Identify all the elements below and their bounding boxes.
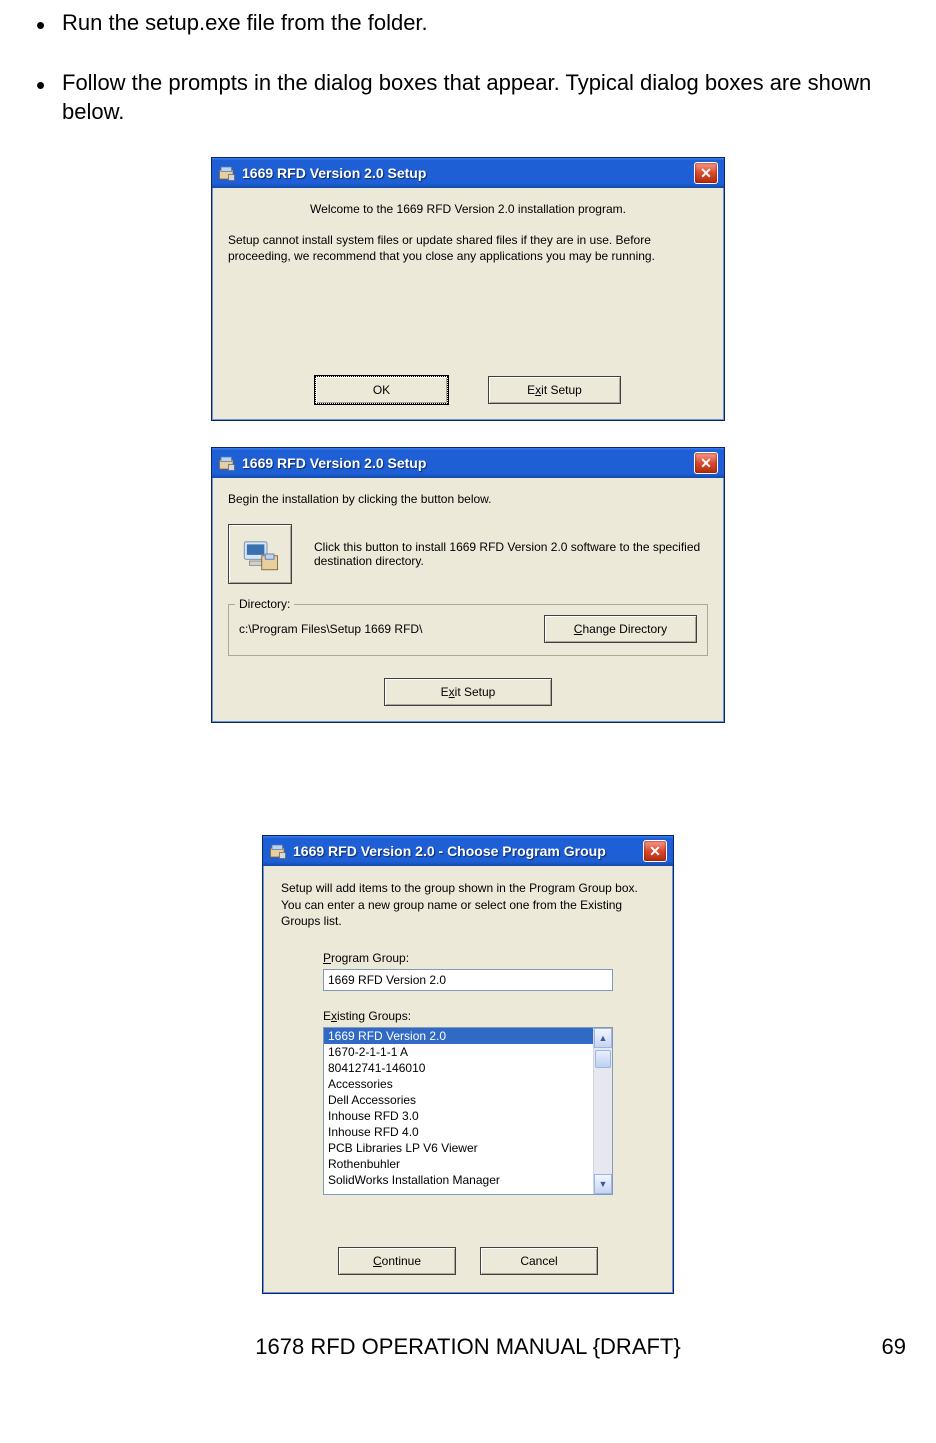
dialog-install: 1669 RFD Version 2.0 Setup ✕ Begin the i… — [211, 447, 725, 723]
install-help-text: Click this button to install 1669 RFD Ve… — [314, 540, 708, 568]
list-item[interactable]: Dell Accessories — [324, 1092, 593, 1108]
list-item[interactable]: Inhouse RFD 4.0 — [324, 1124, 593, 1140]
dialog-program-group: 1669 RFD Version 2.0 - Choose Program Gr… — [262, 835, 674, 1294]
close-icon[interactable]: ✕ — [694, 162, 718, 184]
list-item[interactable]: PCB Libraries LP V6 Viewer — [324, 1140, 593, 1156]
exit-setup-button[interactable]: Exit Setup — [384, 678, 552, 706]
directory-path: c:\Program Files\Setup 1669 RFD\ — [239, 622, 422, 636]
installer-icon — [218, 454, 236, 472]
list-item[interactable]: Rothenbuhler — [324, 1156, 593, 1172]
install-big-button[interactable] — [228, 524, 292, 584]
program-group-input[interactable] — [323, 969, 613, 991]
existing-groups-label: Existing Groups: — [323, 1009, 613, 1023]
change-directory-button[interactable]: Change Directory — [544, 615, 697, 643]
installer-icon — [218, 164, 236, 182]
welcome-text: Welcome to the 1669 RFD Version 2.0 inst… — [228, 202, 708, 216]
close-icon[interactable]: ✕ — [694, 452, 718, 474]
bullet-item: Follow the prompts in the dialog boxes t… — [36, 68, 906, 127]
titlebar: 1669 RFD Version 2.0 Setup ✕ — [212, 158, 724, 188]
list-item[interactable]: 1669 RFD Version 2.0 — [324, 1028, 593, 1044]
list-item[interactable]: Accessories — [324, 1076, 593, 1092]
directory-group: Directory: c:\Program Files\Setup 1669 R… — [228, 604, 708, 656]
scroll-up-icon[interactable]: ▲ — [594, 1028, 612, 1048]
close-icon[interactable]: ✕ — [643, 840, 667, 862]
titlebar: 1669 RFD Version 2.0 Setup ✕ — [212, 448, 724, 478]
installer-icon — [269, 842, 287, 860]
cancel-button[interactable]: Cancel — [480, 1247, 598, 1275]
scroll-down-icon[interactable]: ▼ — [594, 1174, 612, 1194]
scroll-thumb[interactable] — [595, 1050, 611, 1068]
dialog-welcome: 1669 RFD Version 2.0 Setup ✕ Welcome to … — [211, 157, 725, 421]
list-item[interactable]: 80412741-146010 — [324, 1060, 593, 1076]
continue-button[interactable]: Continue — [338, 1247, 456, 1275]
dialog-title: 1669 RFD Version 2.0 Setup — [242, 165, 694, 181]
titlebar: 1669 RFD Version 2.0 - Choose Program Gr… — [263, 836, 673, 866]
body-text: Setup cannot install system files or upd… — [228, 232, 708, 264]
scrollbar[interactable]: ▲ ▼ — [593, 1028, 612, 1194]
list-item[interactable]: Inhouse RFD 3.0 — [324, 1108, 593, 1124]
bullet-item: Run the setup.exe file from the folder. — [36, 8, 906, 38]
list-item[interactable]: SolidWorks Installation Manager — [324, 1172, 593, 1188]
intro-text: Setup will add items to the group shown … — [281, 880, 655, 929]
dialog-title: 1669 RFD Version 2.0 - Choose Program Gr… — [293, 843, 643, 859]
program-group-label: Program Group: — [323, 951, 613, 965]
directory-legend: Directory: — [235, 597, 294, 611]
dialog-title: 1669 RFD Version 2.0 Setup — [242, 455, 694, 471]
list-item[interactable]: 1670-2-1-1-1 A — [324, 1044, 593, 1060]
begin-text: Begin the installation by clicking the b… — [228, 492, 708, 506]
existing-groups-listbox[interactable]: 1669 RFD Version 2.01670-2-1-1-1 A804127… — [323, 1027, 613, 1195]
exit-setup-button[interactable]: Exit Setup — [488, 376, 621, 404]
page-number: 69 — [882, 1334, 906, 1360]
footer-text: 1678 RFD OPERATION MANUAL {DRAFT} — [255, 1334, 680, 1359]
ok-button[interactable]: OK — [315, 376, 448, 404]
